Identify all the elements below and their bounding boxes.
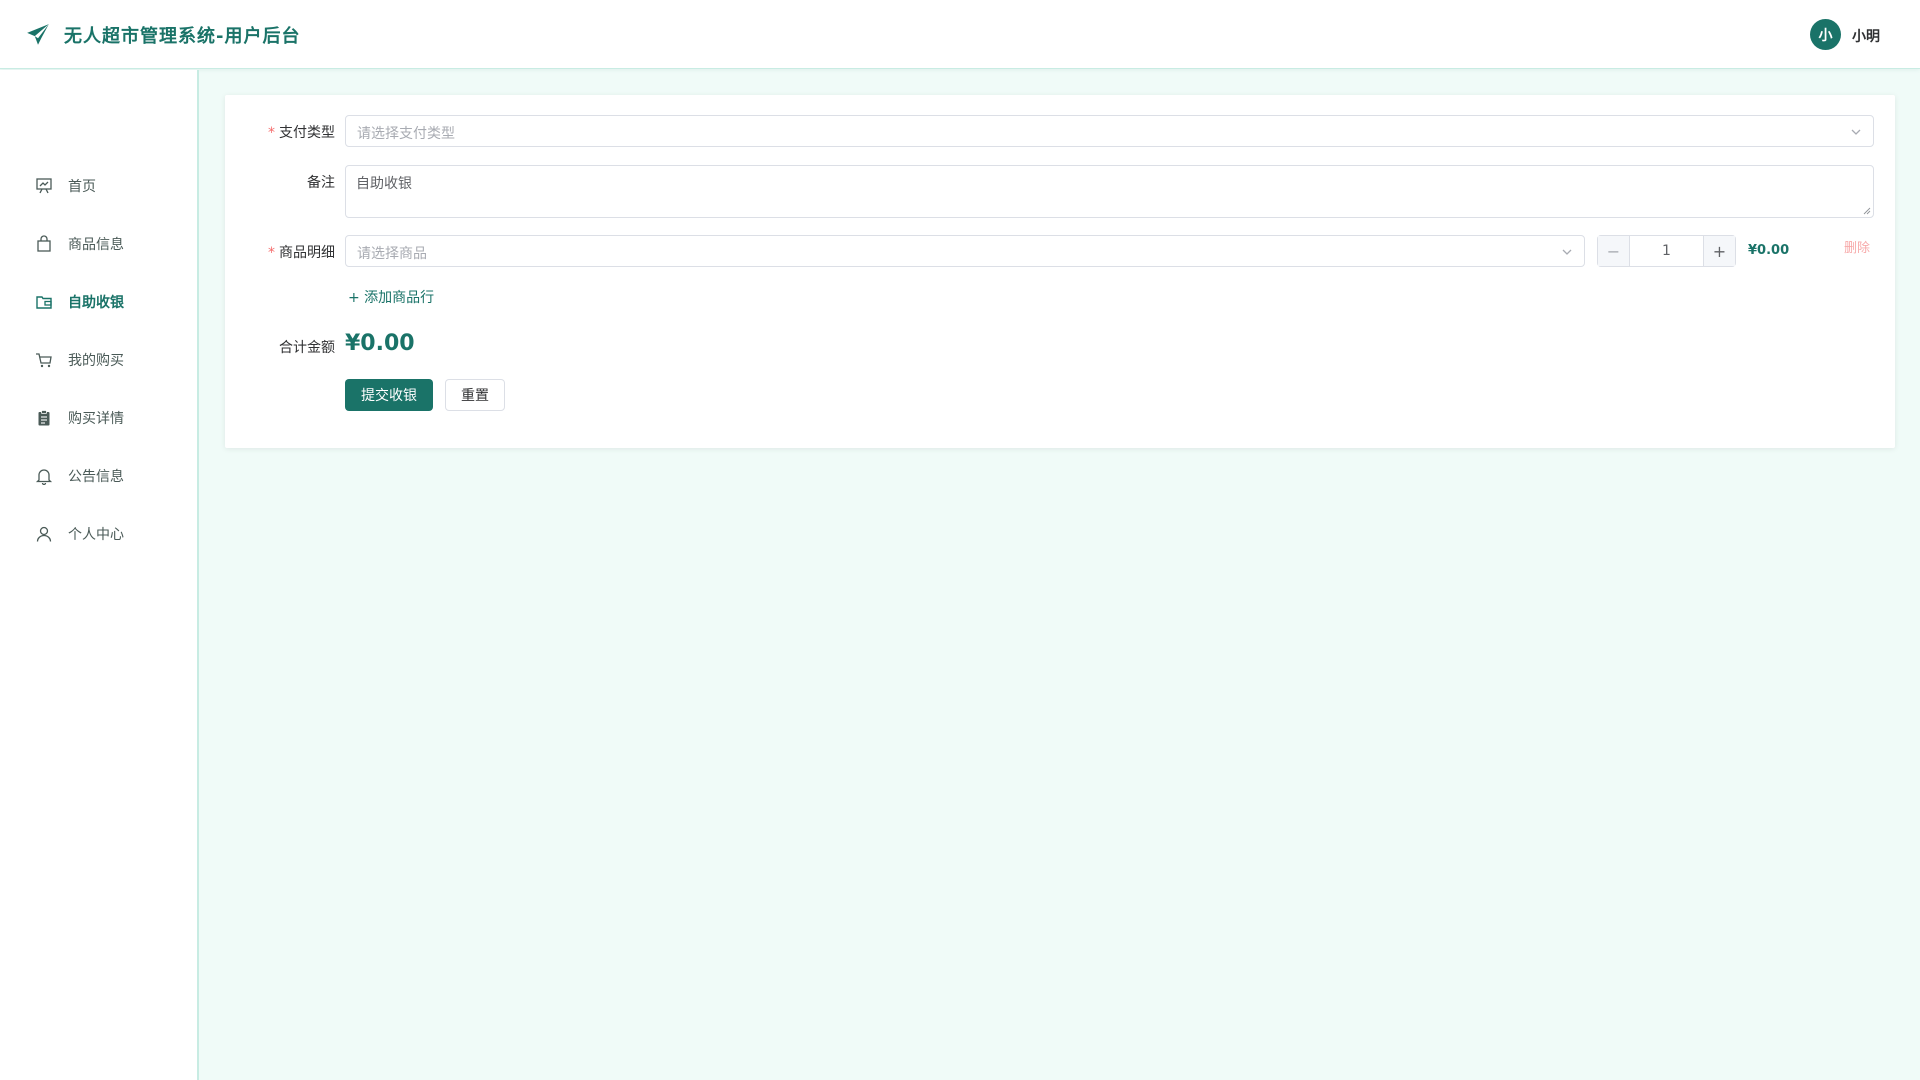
increment-button[interactable]: + (1703, 236, 1735, 266)
sidebar-item-self-checkout[interactable]: 自助收银 (0, 282, 197, 322)
sidebar-item-my-purchases[interactable]: 我的购买 (0, 340, 197, 380)
user-name[interactable]: 小明 (1852, 26, 1880, 46)
avatar[interactable]: 小 (1810, 19, 1841, 50)
sidebar-item-label: 购买详情 (68, 411, 124, 427)
remark-textarea[interactable]: 自助收银 (345, 165, 1874, 218)
required-mark: * (268, 245, 275, 261)
delete-row-link[interactable]: 删除 (1844, 237, 1870, 256)
payment-type-select[interactable]: 请选择支付类型 (345, 115, 1874, 147)
top-header: 无人超市管理系统-用户后台 小 小明 (0, 0, 1920, 69)
sidebar-item-purchase-details[interactable]: 购买详情 (0, 398, 197, 438)
clipboard-icon (38, 410, 50, 426)
sidebar-item-label: 首页 (68, 179, 96, 195)
sidebar-item-label: 公告信息 (68, 469, 124, 485)
wallet-icon (36, 296, 52, 309)
total-amount: ¥0.00 (345, 331, 415, 356)
items-label: * 商品明细 (268, 245, 335, 261)
quantity-stepper: − 1 + (1597, 235, 1736, 267)
payment-type-label: * 支付类型 (268, 125, 335, 141)
product-placeholder: 请选择商品 (357, 246, 427, 262)
total-label: 合计金额 (279, 340, 335, 356)
remark-value: 自助收银 (356, 176, 412, 192)
sidebar-item-home[interactable]: 首页 (0, 166, 197, 206)
sidebar-item-label: 商品信息 (68, 237, 124, 253)
sidebar-item-label: 我的购买 (68, 353, 124, 369)
paper-plane-icon (27, 24, 49, 45)
add-item-row-link[interactable]: + 添加商品行 (348, 287, 434, 307)
sidebar-item-products[interactable]: 商品信息 (0, 224, 197, 264)
product-select[interactable]: 请选择商品 (345, 235, 1585, 267)
sidebar-item-announcements[interactable]: 公告信息 (0, 456, 197, 496)
sidebar-item-label: 个人中心 (68, 527, 124, 543)
reset-button[interactable]: 重置 (445, 379, 505, 411)
sidebar-item-label: 自助收银 (68, 295, 124, 311)
line-price: ¥0.00 (1748, 243, 1790, 258)
remark-label: 备注 (307, 175, 335, 191)
sidebar: 首页 商品信息 自助收银 我的购买 购买详情 公告信息 个人中心 (0, 70, 199, 1080)
cart-icon (36, 353, 52, 368)
chevron-down-icon (1851, 129, 1861, 135)
resize-handle-icon[interactable] (1863, 207, 1871, 215)
shopping-bag-icon (37, 235, 51, 252)
payment-type-placeholder: 请选择支付类型 (357, 126, 455, 142)
quantity-input[interactable]: 1 (1630, 236, 1703, 266)
required-mark: * (268, 125, 275, 141)
user-icon (36, 526, 52, 542)
checkout-form-card: * 支付类型 请选择支付类型 备注 自助收银 * 商品明细 请选择商品 − 1 + … (225, 95, 1895, 448)
submit-checkout-button[interactable]: 提交收银 (345, 379, 433, 411)
chevron-down-icon (1562, 249, 1572, 255)
bell-icon (35, 469, 53, 485)
sidebar-item-profile[interactable]: 个人中心 (0, 514, 197, 554)
app-title: 无人超市管理系统-用户后台 (64, 26, 301, 47)
presentation-chart-icon (36, 178, 52, 194)
decrement-button[interactable]: − (1598, 236, 1630, 266)
